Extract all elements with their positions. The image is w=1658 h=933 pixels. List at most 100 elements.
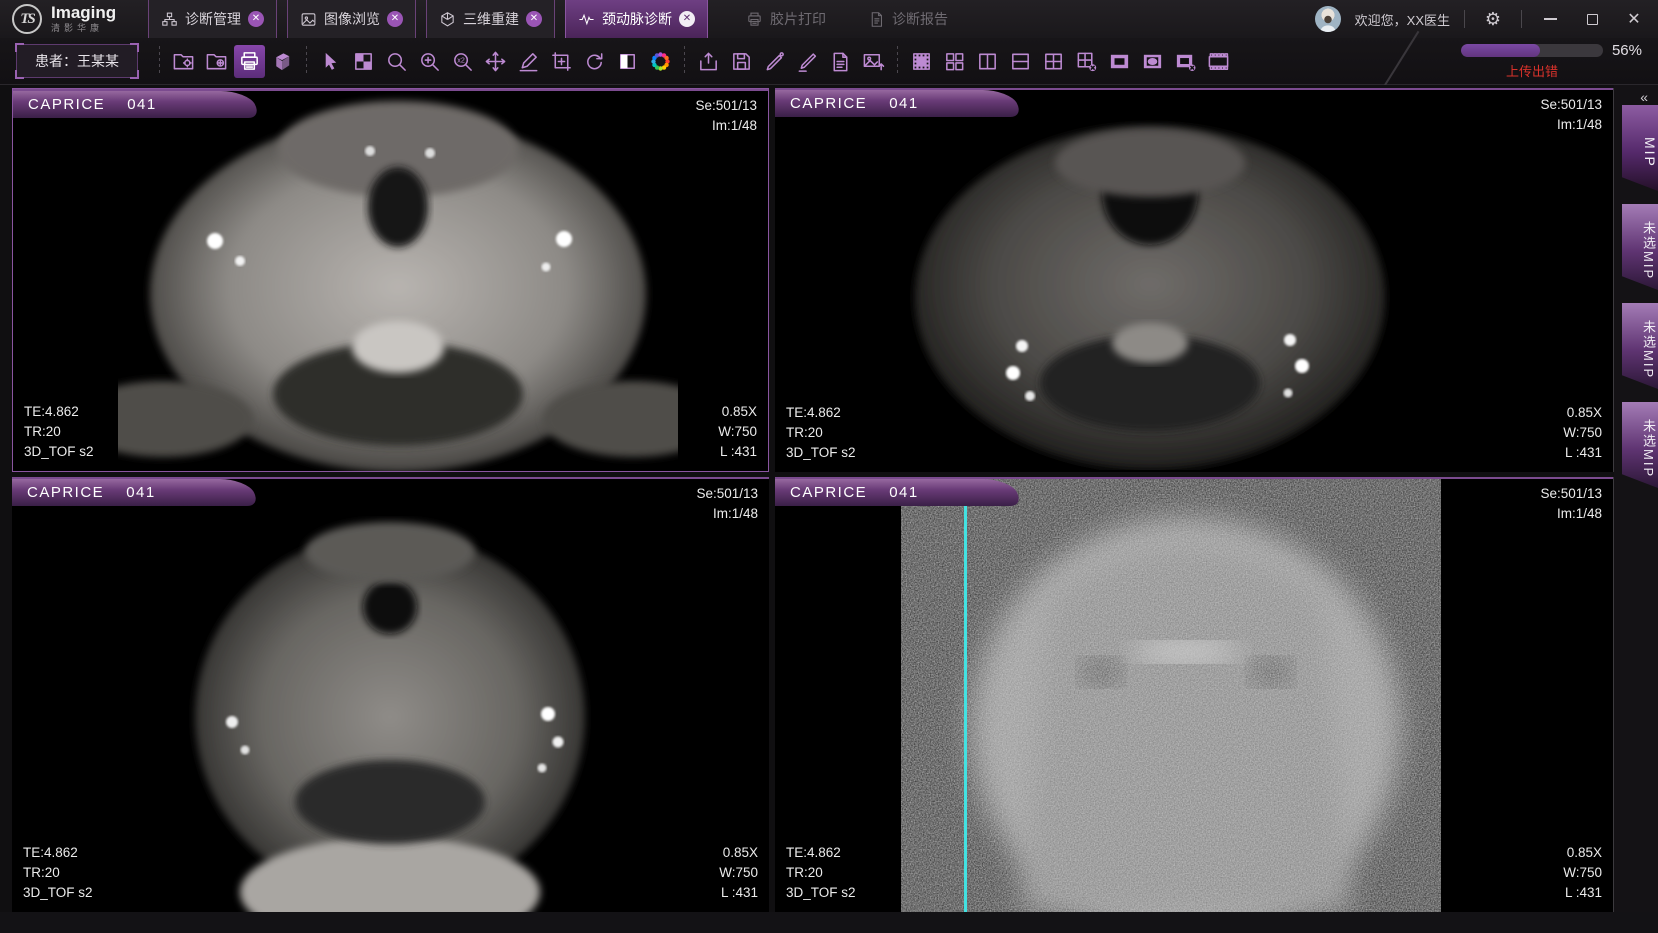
series-tab[interactable]: CAPRICE041	[775, 90, 975, 117]
close-icon[interactable]: ✕	[387, 11, 403, 27]
layout-2x2-icon	[1042, 50, 1065, 73]
layout-remove-icon	[1075, 50, 1098, 73]
tool-rotate-button[interactable]	[579, 45, 610, 78]
tool-shape-rect-button[interactable]	[1104, 45, 1135, 78]
tool-pan-button[interactable]	[480, 45, 511, 78]
settings-button[interactable]: ⚙	[1479, 5, 1507, 33]
tool-cube-3d-button[interactable]	[267, 45, 298, 78]
series-image-info: Se:501/13Im:1/48	[1540, 95, 1602, 135]
export-icon	[697, 50, 720, 73]
tool-layout-2x2-button[interactable]	[1038, 45, 1069, 78]
tool-filmstrip-button[interactable]	[1203, 45, 1234, 78]
series-image-info: Se:501/13Im:1/48	[696, 484, 758, 524]
viewport-axial-1[interactable]: CAPRICE041 Se:501/13Im:1/48 TE:4.862TR:2…	[12, 88, 769, 472]
tool-cursor-button[interactable]	[315, 45, 346, 78]
sidebar-tab-unselected-mip-1[interactable]: 未选MIP	[1622, 204, 1658, 290]
collapse-sidebar-button[interactable]: «	[1640, 89, 1646, 105]
upload-progress-fill	[1461, 44, 1541, 57]
tool-crop-add-button[interactable]	[546, 45, 577, 78]
close-icon[interactable]: ✕	[526, 11, 542, 27]
gear-icon: ⚙	[1485, 9, 1501, 30]
tool-layout-grid-button[interactable]	[906, 45, 937, 78]
image-icon	[300, 11, 317, 28]
layout-2col-icon	[976, 50, 999, 73]
acquisition-info: TE:4.862TR:203D_TOF s2	[786, 843, 856, 903]
tool-folder-settings-button[interactable]	[168, 45, 199, 78]
upload-percent: 56%	[1612, 42, 1642, 59]
tab-carotid-diagnosis[interactable]: 颈动脉诊断 ✕	[565, 0, 708, 38]
upload-error-text: 上传出错	[1461, 61, 1603, 80]
tool-color-wheel-button[interactable]	[645, 45, 676, 78]
crop-add-icon	[550, 50, 573, 73]
shape-rect-remove-icon	[1174, 50, 1197, 73]
menu-diagnosis-report[interactable]: 诊断报告	[854, 0, 962, 38]
tool-image-upload-button[interactable]	[858, 45, 889, 78]
menu-film-print[interactable]: 胶片打印	[732, 0, 840, 38]
folder-add-icon	[205, 50, 228, 73]
close-icon: ✕	[1627, 9, 1640, 29]
minimize-icon	[1544, 18, 1557, 20]
tool-probe-minus-button[interactable]	[792, 45, 823, 78]
probe-icon	[763, 50, 786, 73]
tool-shape-ellipse-button[interactable]	[1137, 45, 1168, 78]
minimize-button[interactable]	[1536, 5, 1564, 33]
tool-contrast-button[interactable]	[612, 45, 643, 78]
tool-zoom-2x-button[interactable]: x2	[447, 45, 478, 78]
viewport-axial-3[interactable]: CAPRICE041 Se:501/13Im:1/48 TE:4.862TR:2…	[12, 477, 769, 912]
tab-image-browse[interactable]: 图像浏览 ✕	[287, 0, 416, 38]
report-icon	[868, 11, 885, 28]
tool-folder-add-button[interactable]	[201, 45, 232, 78]
series-tab[interactable]: CAPRICE041	[775, 479, 975, 506]
upload-status-area: 56% 上传出错	[1399, 38, 1658, 85]
viewport-mip[interactable]: CAPRICE041 Se:501/13Im:1/48 TE:4.862TR:2…	[775, 477, 1614, 912]
report-add-icon	[829, 50, 852, 73]
divider	[1464, 10, 1465, 28]
tool-report-add-button[interactable]	[825, 45, 856, 78]
sidebar-tab-unselected-mip-3[interactable]: 未选MIP	[1622, 402, 1658, 488]
close-icon[interactable]: ✕	[248, 11, 264, 27]
tool-shape-rect-remove-button[interactable]	[1170, 45, 1201, 78]
tool-export-button[interactable]	[693, 45, 724, 78]
reference-line[interactable]	[964, 477, 967, 912]
close-icon[interactable]: ✕	[679, 11, 695, 27]
sidebar-tab-unselected-mip-2[interactable]: 未选MIP	[1622, 303, 1658, 389]
tool-layout-remove-button[interactable]	[1071, 45, 1102, 78]
window-level-info: 0.85XW:750L :431	[719, 843, 758, 903]
tool-probe-button[interactable]	[759, 45, 790, 78]
patient-field[interactable]: 患者：王某某	[16, 44, 138, 78]
tool-save-button[interactable]	[726, 45, 757, 78]
maximize-button[interactable]	[1578, 5, 1606, 33]
tab-diagnosis-management[interactable]: 诊断管理 ✕	[148, 0, 277, 38]
zoom-icon	[385, 50, 408, 73]
tool-print-button[interactable]	[234, 45, 265, 78]
module-tabs: 诊断管理 ✕ 图像浏览 ✕ 三维重建 ✕ 颈动脉诊断 ✕	[148, 0, 718, 38]
close-window-button[interactable]: ✕	[1620, 5, 1648, 33]
user-avatar[interactable]	[1315, 6, 1341, 32]
layout-2row-icon	[1009, 50, 1032, 73]
pan-icon	[484, 50, 507, 73]
titlebar: TS Imaging 清影华康 诊断管理 ✕ 图像浏览 ✕ 三维重建 ✕ 颈动脉…	[0, 0, 1658, 38]
zoom-in-icon	[418, 50, 441, 73]
tab-3d-reconstruction[interactable]: 三维重建 ✕	[426, 0, 555, 38]
toolbar-separator	[159, 46, 160, 76]
tool-layout-2col-button[interactable]	[972, 45, 1003, 78]
cursor-icon	[319, 50, 342, 73]
sidebar-tab-mip[interactable]: MIP	[1622, 105, 1658, 191]
tool-zoom-in-button[interactable]	[414, 45, 445, 78]
upload-progress-bar	[1461, 44, 1603, 57]
zoom-2x-icon: x2	[451, 50, 474, 73]
series-tab[interactable]: CAPRICE041	[13, 91, 213, 118]
tool-layout-blocks-button[interactable]	[939, 45, 970, 78]
tab-label: 颈动脉诊断	[602, 9, 672, 29]
corner-bracket	[15, 70, 24, 79]
cube-icon	[439, 11, 456, 28]
tool-zoom-button[interactable]	[381, 45, 412, 78]
series-tab[interactable]: CAPRICE041	[12, 479, 212, 506]
shape-rect-icon	[1108, 50, 1131, 73]
tool-measure-button[interactable]	[513, 45, 544, 78]
tool-layout-2row-button[interactable]	[1005, 45, 1036, 78]
tool-checkerboard-button[interactable]	[348, 45, 379, 78]
app-name: Imaging	[51, 4, 116, 22]
viewport-axial-2[interactable]: CAPRICE041 Se:501/13Im:1/48 TE:4.862TR:2…	[775, 88, 1614, 472]
mip-sidebar: « MIP 未选MIP 未选MIP 未选MIP	[1614, 85, 1658, 933]
